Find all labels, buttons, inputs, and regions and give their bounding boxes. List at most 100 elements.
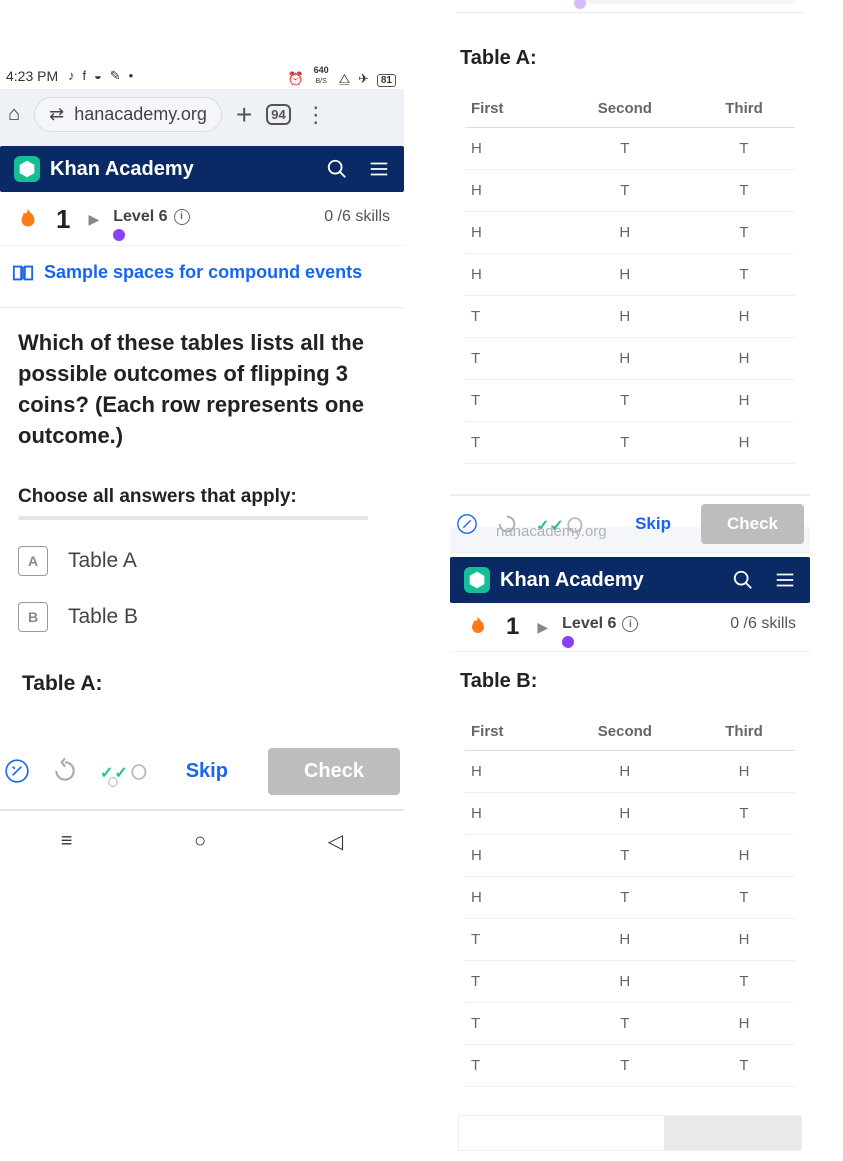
table-row: HTH xyxy=(465,835,795,877)
new-tab-icon[interactable]: + xyxy=(236,99,252,131)
skills-progress: 0 /6 skills xyxy=(730,615,796,633)
khan-logo-icon[interactable] xyxy=(464,567,490,593)
info-icon[interactable]: i xyxy=(622,616,638,632)
level-label: Level 6 i xyxy=(562,615,638,633)
table-row: HTT xyxy=(465,877,795,919)
play-icon[interactable]: ▶ xyxy=(88,211,99,228)
table-a-heading: Table A: xyxy=(450,47,810,70)
pen-icon[interactable] xyxy=(456,513,478,535)
search-icon[interactable] xyxy=(326,158,348,180)
android-navbar: ≡ ○ ◁ xyxy=(0,811,404,872)
option-letter: A xyxy=(18,546,48,576)
table-row: THT xyxy=(465,961,795,1003)
streak-count: 1 xyxy=(506,613,519,641)
table-row: TTH xyxy=(465,380,795,422)
recents-icon[interactable]: ≡ xyxy=(61,830,73,853)
table-a-heading-left: Table A: xyxy=(22,672,386,696)
clock: 4:23 PM xyxy=(6,68,58,84)
info-icon[interactable]: i xyxy=(174,209,190,225)
brand-text: Khan Academy xyxy=(50,158,194,181)
skip-button[interactable]: Skip xyxy=(635,514,671,534)
table-row: HHT xyxy=(465,793,795,835)
back-icon[interactable]: ◁ xyxy=(328,829,343,854)
skills-progress: 0 /6 skills xyxy=(324,208,390,226)
table-a: First Second Third HTTHTTHHTHHTTHHTHHTTH… xyxy=(465,90,795,464)
mastery-bar: 1 ▶ Level 6 i 0 /6 skills xyxy=(0,192,404,246)
table-row: HHT xyxy=(465,212,795,254)
pen-icon[interactable] xyxy=(4,758,30,784)
skip-button[interactable]: Skip xyxy=(186,760,228,783)
table-row: TTT xyxy=(465,1045,795,1087)
battery-icon: 81 xyxy=(377,74,396,87)
ghost-url: nanacademy.org xyxy=(496,523,607,540)
net-unit: B/S xyxy=(316,78,327,85)
browser-address-bar: ⌂ ⇄ hanacademy.org + 94 ⋮ xyxy=(0,89,404,146)
mastery-bar: 1 ▶ Level 6 i 0 /6 skills xyxy=(450,603,810,652)
android-statusbar: 4:23 PM ♪ f ◒ ✎ • ⏰ 640 B/S ⧋ ✈ 81 xyxy=(0,60,404,89)
col-first: First xyxy=(465,90,557,128)
option-letter: B xyxy=(18,602,48,632)
progress-bar xyxy=(574,0,796,4)
hamburger-icon[interactable] xyxy=(368,158,390,180)
exercise-controls: ✓✓〇〇 Skip Check xyxy=(0,740,404,811)
home-nav-icon[interactable]: ○ xyxy=(194,830,206,853)
brand-text: Khan Academy xyxy=(500,569,644,592)
table-row: THH xyxy=(465,296,795,338)
question-prompt: Which of these tables lists all the poss… xyxy=(18,328,386,451)
status-left-icons: ♪ f ◒ ✎ • xyxy=(66,67,285,84)
check-button[interactable]: Check xyxy=(268,748,400,795)
table-row: HHT xyxy=(465,254,795,296)
answer-option-b[interactable]: B Table B xyxy=(18,602,386,632)
messenger-icon: ◒ xyxy=(94,68,102,83)
bottom-placeholder xyxy=(458,1115,802,1151)
level-label: Level 6 i xyxy=(113,208,189,226)
khan-header: Khan Academy xyxy=(0,146,404,192)
table-row: THH xyxy=(465,919,795,961)
col-third: Third xyxy=(693,713,795,751)
wifi-icon: ⧋ xyxy=(339,71,351,86)
answer-option-a[interactable]: A Table A xyxy=(18,546,386,576)
airplane-icon: ✈ xyxy=(358,71,369,86)
khan-header: Khan Academy xyxy=(450,557,810,603)
search-icon[interactable] xyxy=(732,569,754,591)
table-row: HTT xyxy=(465,170,795,212)
col-second: Second xyxy=(557,90,693,128)
col-second: Second xyxy=(557,713,693,751)
streak-count: 1 xyxy=(56,204,70,235)
table-row: HTT xyxy=(465,128,795,170)
url-pill[interactable]: ⇄ hanacademy.org xyxy=(34,97,222,132)
col-third: Third xyxy=(693,90,795,128)
table-b: First Second Third HHHHHTHTHHTTTHHTHTTTH… xyxy=(465,713,795,1087)
site-settings-icon[interactable]: ⇄ xyxy=(49,104,64,125)
facebook-icon: f xyxy=(83,68,87,83)
net-speed: 640 xyxy=(314,65,329,75)
book-icon xyxy=(12,264,34,282)
exercise-controls-mid: ✓✓〇 nanacademy.org Skip Check xyxy=(450,494,810,553)
streak-flame-icon xyxy=(464,613,492,641)
cloud-icon: ✎ xyxy=(110,68,121,83)
tiktok-icon: ♪ xyxy=(68,68,75,83)
alarm-icon: ⏰ xyxy=(288,71,304,86)
table-row: HHH xyxy=(465,751,795,793)
lesson-link[interactable]: Sample spaces for compound events xyxy=(0,246,404,308)
choose-label: Choose all answers that apply: xyxy=(18,486,386,508)
retry-icon[interactable] xyxy=(52,758,78,784)
option-text: Table A xyxy=(68,549,137,573)
check-button[interactable]: Check xyxy=(701,504,804,544)
table-row: THH xyxy=(465,338,795,380)
progress-ticks-icon: ✓✓〇〇 xyxy=(100,759,148,783)
hamburger-icon[interactable] xyxy=(774,569,796,591)
status-right-icons: ⏰ 640 B/S ⧋ ✈ 81 xyxy=(286,64,398,87)
col-first: First xyxy=(465,713,557,751)
table-row: TTH xyxy=(465,1003,795,1045)
browser-menu-icon[interactable]: ⋮ xyxy=(305,102,327,128)
table-b-heading: Table B: xyxy=(450,670,810,693)
table-row: TTH xyxy=(465,422,795,464)
tab-count[interactable]: 94 xyxy=(266,104,290,125)
home-icon[interactable]: ⌂ xyxy=(8,103,20,126)
divider xyxy=(18,516,368,520)
play-icon[interactable]: ▶ xyxy=(537,619,548,636)
khan-logo-icon[interactable] xyxy=(14,156,40,182)
option-text: Table B xyxy=(68,605,138,629)
streak-flame-icon xyxy=(14,206,42,234)
